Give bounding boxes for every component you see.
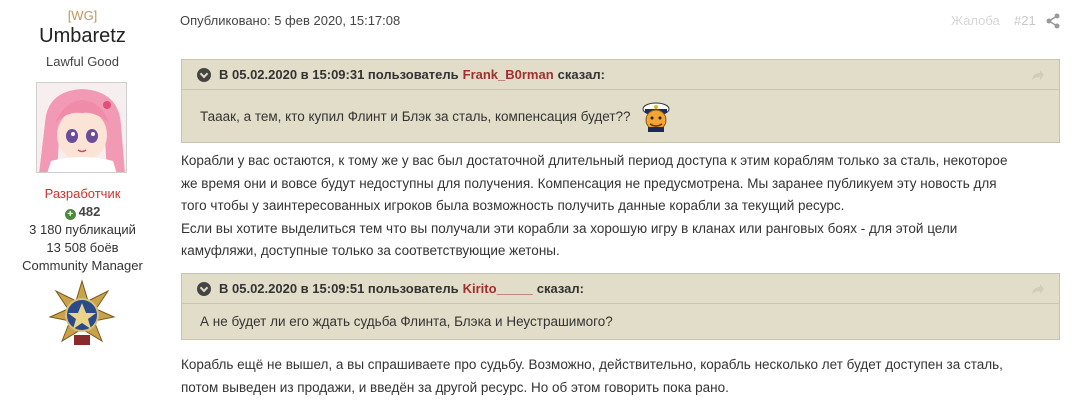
report-link[interactable]: Жалоба — [951, 13, 1000, 28]
author-user-title: Lawful Good — [46, 54, 119, 69]
post-paragraph: Корабли у вас остаются, к тому же у вас … — [181, 150, 1061, 263]
reputation-value: 482 — [78, 204, 101, 219]
paragraph-line: же время они и вовсе будут недоступны дл… — [181, 175, 997, 191]
quote-header: В 05.02.2020 в 15:09:51 пользователь Kir… — [182, 274, 1059, 304]
quote-block: В 05.02.2020 в 15:09:51 пользователь Kir… — [181, 273, 1060, 340]
share-icon[interactable] — [1046, 13, 1060, 29]
paragraph-line: Если вы хотите выделиться тем что вы пол… — [181, 220, 958, 236]
medal-icon — [48, 279, 116, 349]
quote-body: Тааак, а тем, кто купил Флинт и Блэк за … — [182, 90, 1059, 142]
author-username[interactable]: Umbaretz — [0, 25, 165, 48]
go-to-quote-icon[interactable] — [1031, 283, 1045, 295]
quote-block: В 05.02.2020 в 15:09:31 пользователь Fra… — [181, 59, 1060, 143]
chevron-down-icon[interactable] — [197, 67, 211, 82]
quote-prefix: В 05.02.2020 в 15:09:51 пользователь — [219, 281, 459, 296]
author-battles: 13 508 боёв — [46, 240, 119, 255]
quote-username-link[interactable]: Kirito_____ — [463, 281, 533, 296]
quote-username-link[interactable]: Frank_B0rman — [463, 67, 554, 82]
post-paragraph: Корабль ещё не вышел, а вы спрашиваете п… — [181, 354, 1061, 399]
author-role: Разработчик — [44, 186, 121, 201]
paragraph-line: потом выведен из продажи, и введён за др… — [181, 379, 729, 395]
quote-text: Тааак, а тем, кто купил Флинт и Блэк за … — [200, 108, 631, 124]
quote-body: А не будет ли его ждать судьба Флинта, Б… — [182, 304, 1059, 339]
avatar[interactable] — [36, 82, 127, 173]
quote-text: А не будет ли его ждать судьба Флинта, Б… — [200, 314, 613, 329]
quote-suffix: сказал: — [557, 67, 605, 82]
chevron-down-icon[interactable] — [197, 281, 211, 296]
quote-prefix: В 05.02.2020 в 15:09:31 пользователь — [219, 67, 459, 82]
paragraph-line: того чтобы у заинтересованных игроков бы… — [181, 198, 845, 213]
post-number-link[interactable]: #21 — [1014, 13, 1036, 28]
plus-icon: + — [64, 209, 76, 220]
clan-tag[interactable]: [WG] — [0, 8, 165, 23]
paragraph-line: Корабль ещё не вышел, а вы спрашиваете п… — [181, 357, 1003, 372]
post-date: Опубликовано: 5 фев 2020, 15:17:08 — [180, 13, 401, 28]
quote-header: В 05.02.2020 в 15:09:31 пользователь Fra… — [182, 60, 1059, 90]
author-group: Community Manager — [22, 258, 143, 273]
reputation: +482 — [0, 204, 165, 220]
go-to-quote-icon[interactable] — [1031, 69, 1045, 81]
quote-suffix: сказал: — [536, 281, 584, 296]
paragraph-line: камуфляжи, доступные только за соответст… — [181, 243, 560, 258]
author-posts: 3 180 публикаций — [29, 222, 136, 237]
paragraph-line: Корабли у вас остаются, к тому же у вас … — [181, 153, 1008, 168]
sailor-smiley-icon — [642, 102, 670, 132]
